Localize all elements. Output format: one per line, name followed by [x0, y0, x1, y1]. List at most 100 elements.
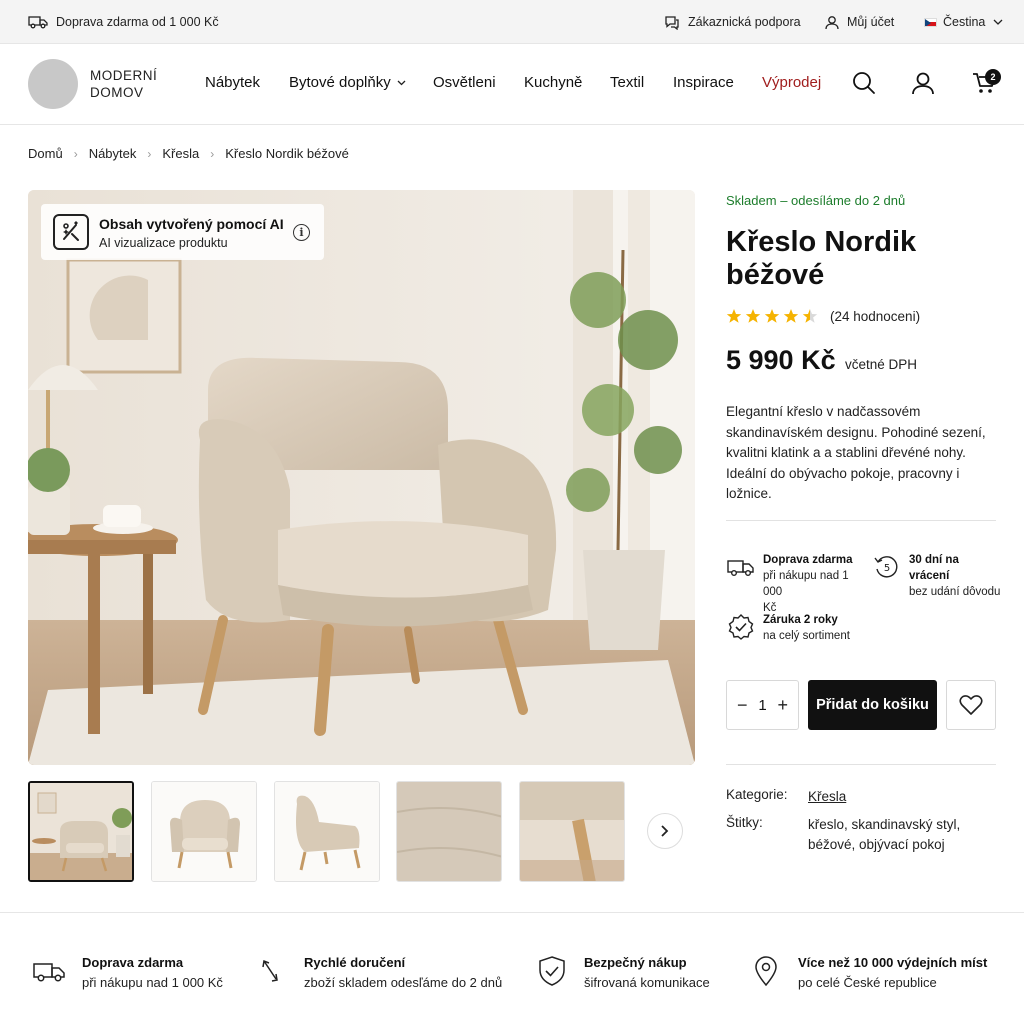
- star-icon: [764, 309, 780, 323]
- user-icon: [825, 15, 839, 29]
- ai-content-badge: Obsah vytvořený pomocí AI AI vizualizace…: [41, 204, 324, 260]
- product-description: Elegantní křeslo v nadčassovém skandinav…: [726, 402, 1006, 505]
- nav-item-kuchyne[interactable]: Kuchyně: [524, 74, 582, 91]
- product-price: 5 990 Kč: [726, 345, 836, 375]
- thumbnail-leg-detail-image: [520, 782, 624, 881]
- quantity-increase-button[interactable]: +: [777, 695, 788, 716]
- product-title-line2: béžové: [726, 259, 825, 291]
- benefit-free-shipping: Doprava zdarma při nákupu nad 1 000 Kč: [726, 552, 871, 616]
- cart-count-badge: 2: [985, 69, 1001, 85]
- tags-line[interactable]: křeslo, skandinavský styl,: [808, 815, 998, 835]
- breadcrumb-separator: ›: [210, 146, 215, 161]
- benefit-text: bez udání dôvodu: [909, 586, 1001, 598]
- star-icon: [783, 309, 799, 323]
- star-icon: [745, 309, 761, 323]
- rating-count: (24 hodnoceni): [830, 308, 921, 324]
- location-pin-icon: [755, 956, 777, 987]
- thumbnail-room-image: [30, 783, 132, 880]
- breadcrumb-separator: ›: [147, 146, 152, 161]
- nav-item-osvetleni[interactable]: Osvětleni: [433, 74, 496, 91]
- search-icon[interactable]: [851, 70, 877, 96]
- thumbnail-3[interactable]: [274, 781, 380, 882]
- footer-item-text: při nákupu nad 1 000 Kč: [82, 975, 223, 990]
- divider: [726, 764, 996, 765]
- tags-label: Štitky:: [726, 815, 763, 830]
- star-icon: [726, 309, 742, 323]
- thumbnail-fabric-texture-image: [397, 782, 501, 881]
- ai-tools-icon: [53, 214, 89, 250]
- add-to-cart-button[interactable]: Přidat do košiku: [808, 680, 937, 730]
- heart-icon: [959, 695, 983, 715]
- breadcrumb-nabytek[interactable]: Nábytek: [89, 146, 137, 161]
- tags-line[interactable]: béžové, objývací pokoj: [808, 835, 998, 855]
- wishlist-button[interactable]: [946, 680, 996, 730]
- quantity-decrease-button[interactable]: −: [737, 695, 748, 716]
- account-icon[interactable]: [910, 70, 936, 96]
- thumbnails-next-button[interactable]: [647, 813, 683, 849]
- breadcrumb: Domů › Nábytek › Křesla › Křeslo Nordik …: [28, 146, 349, 161]
- breadcrumb-separator: ›: [73, 146, 78, 161]
- nav-item-textil[interactable]: Textil: [610, 74, 644, 91]
- footer-item-title: Rychlé doručení: [304, 955, 406, 970]
- chevron-right-icon: [661, 825, 669, 837]
- tags-list: křeslo, skandinavský styl, béžové, objýv…: [808, 815, 998, 855]
- language-label: Čestina: [943, 15, 986, 29]
- footer-item-title: Více než 10 000 výdejních míst: [798, 955, 988, 970]
- info-icon[interactable]: i: [293, 224, 310, 241]
- benefit-title: 30 dní na vrácení: [909, 554, 959, 582]
- footer-fast-delivery: Rychlé doručení zboží skladem odesľáme d…: [254, 953, 502, 993]
- truck-icon: [28, 16, 48, 29]
- nav-item-label: Bytové doplňky: [289, 74, 391, 91]
- footer-benefits-strip: Doprava zdarma při nákupu nad 1 000 Kč R…: [0, 912, 1024, 1024]
- benefit-text: na celý sortiment: [763, 630, 850, 642]
- footer-free-shipping: Doprava zdarma při nákupu nad 1 000 Kč: [32, 953, 223, 993]
- benefit-text: při nákupu nad 1 000: [763, 570, 849, 598]
- product-main-image[interactable]: Obsah vytvořený pomocí AI AI vizualizace…: [28, 190, 695, 765]
- armchair-room-illustration: [28, 190, 695, 765]
- thumbnail-5[interactable]: [519, 781, 625, 882]
- shield-check-icon: [539, 956, 565, 986]
- logo-text[interactable]: MODERNÍ DOMOV: [90, 67, 157, 101]
- category-link[interactable]: Křesla: [808, 787, 998, 807]
- svg-text:5: 5: [884, 563, 890, 574]
- quantity-value[interactable]: 1: [758, 697, 766, 714]
- breadcrumb-current: Křeslo Nordik béžové: [225, 146, 349, 161]
- thumbnail-front-view-image: [152, 782, 256, 881]
- czech-flag-icon: [924, 17, 937, 27]
- account-label: Můj účet: [847, 15, 895, 29]
- description-line: kvalitni klatink a a stablini dřevéné no…: [726, 445, 966, 460]
- benefit-returns: 5 30 dní na vrácení bez udání dôvodu: [872, 552, 1002, 600]
- benefit-warranty: Záruka 2 roky na celý sortiment: [726, 612, 886, 644]
- rating-stars: [726, 308, 821, 324]
- breadcrumb-home[interactable]: Domů: [28, 146, 63, 161]
- truck-icon: [727, 560, 754, 577]
- footer-secure-purchase: Bezpečný nákup šifrovaná komunikace: [534, 953, 710, 993]
- topbar-shipping-text: Doprava zdarma od 1 000 Kč: [56, 15, 219, 29]
- product-rating[interactable]: (24 hodnoceni): [726, 308, 920, 324]
- benefit-title: Záruka 2 roky: [763, 614, 838, 626]
- breadcrumb-kresla[interactable]: Křesla: [162, 146, 199, 161]
- nav-item-bytove-doplnky[interactable]: Bytové doplňky: [289, 74, 406, 91]
- footer-item-text: šifrovaná komunikace: [584, 975, 710, 990]
- quantity-stepper: − 1 +: [726, 680, 799, 730]
- thumbnail-4[interactable]: [396, 781, 502, 882]
- benefit-title: Doprava zdarma: [763, 554, 853, 566]
- logo-line1: MODERNÍ: [90, 68, 158, 83]
- account-link[interactable]: Můj účet: [825, 0, 894, 44]
- thumbnail-2[interactable]: [151, 781, 257, 882]
- nav-item-nabytek[interactable]: Nábytek: [205, 74, 260, 91]
- fast-delivery-arrows-icon: [262, 959, 278, 982]
- footer-item-title: Doprava zdarma: [82, 955, 184, 970]
- thumbnail-1[interactable]: [28, 781, 134, 882]
- chevron-down-icon: [993, 19, 1003, 25]
- nav-item-vyprodej[interactable]: Výprodej: [762, 74, 821, 91]
- return-30-days-icon: 5: [874, 556, 898, 578]
- nav-item-inspirace[interactable]: Inspirace: [673, 74, 734, 91]
- top-bar: Doprava zdarma od 1 000 Kč Zákaznická po…: [0, 0, 1024, 44]
- logo-mark[interactable]: [28, 59, 78, 109]
- logo-line2: DOMOV: [90, 85, 144, 100]
- support-link[interactable]: Zákaznická podpora: [664, 0, 801, 44]
- language-select[interactable]: Čestina: [924, 0, 1003, 44]
- footer-pickup-points: Více než 10 000 výdejních míst po celé Č…: [748, 953, 987, 993]
- stock-status: Skladem – odesíláme do 2 dnů: [726, 193, 906, 208]
